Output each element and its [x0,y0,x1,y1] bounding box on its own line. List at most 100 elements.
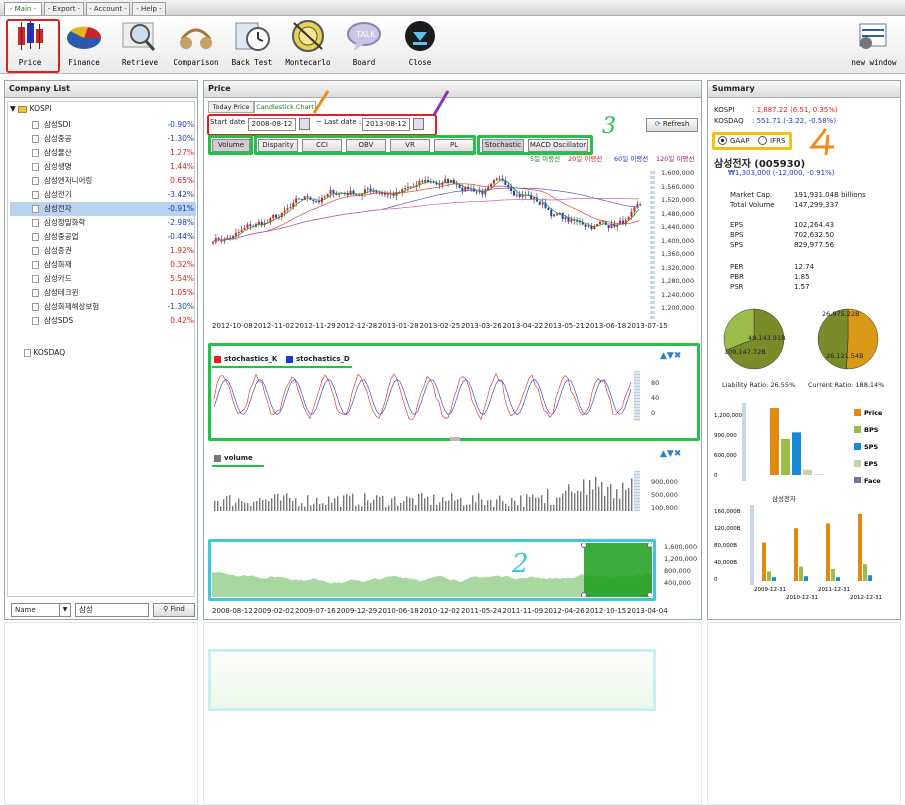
volume-bar [526,494,528,511]
last-date-input[interactable]: 2013-08-12 [362,118,410,131]
volume-bar [514,500,516,511]
calendar-icon[interactable] [413,118,424,130]
volume-bar [313,503,315,511]
arrow-up-icon[interactable]: ▲ [660,351,667,361]
stat-value: 102,264.43 [794,221,835,229]
panel-controls[interactable]: ▲▼✖ [660,449,681,459]
menu-account[interactable]: - Account - [86,2,130,15]
find-button[interactable]: ⚲ Find [153,603,195,617]
list-item[interactable]: 삼성엔지니어링 0.65% [10,174,196,188]
volume-bar [496,499,498,511]
list-item[interactable]: 삼성물산 1.27% [10,146,196,160]
stoch-scrollbar[interactable] [634,371,640,421]
arrow-down-icon[interactable]: ▼ [667,449,674,459]
bar [767,571,771,581]
list-item[interactable]: 삼성정밀화학 -2.98% [10,216,196,230]
menu-export[interactable]: - Export - [44,2,84,15]
download-close-icon [400,18,440,54]
stat-value: 147,299,337 [794,201,839,209]
list-item[interactable]: 삼성화재 0.32% [10,258,196,272]
navigator-handle[interactable] [647,543,653,548]
tab-today-price[interactable]: Today Price [208,101,254,113]
arrow-down-icon[interactable]: ▼ [667,351,674,361]
navigator-handle[interactable] [581,592,587,598]
tool-backtest-label: Back Test [231,58,273,67]
list-item[interactable]: 삼성증권 1.92% [10,244,196,258]
list-item[interactable]: 삼성중공업 -0.44% [10,230,196,244]
navigator-handle[interactable] [647,592,653,598]
volume-bar [460,497,462,511]
volume-bar [316,497,318,511]
close-icon[interactable]: ✖ [674,449,682,459]
volume-bar [574,493,576,511]
volume-bar [457,499,459,511]
volume-highlight [208,135,253,155]
navigator-handle[interactable] [581,543,587,548]
stoch-tick-label: 40 [651,394,660,402]
list-item[interactable]: 삼성전자 -0.91% [10,202,196,216]
candle-body [587,225,590,227]
tool-retrieve-button[interactable]: Retrieve [112,18,168,72]
volume-bar [580,491,582,511]
tool-finance-button[interactable]: Finance [56,18,112,72]
refresh-label: Refresh [662,120,690,128]
list-item[interactable]: 삼성화재해상보험 -1.30% [10,300,196,314]
bar2-x-label: 2010-12-31 [786,595,818,601]
candle-body [355,194,358,196]
list-item[interactable]: 삼성테크윈 1.05% [10,286,196,300]
volume-bar [388,505,390,511]
tree-root-kospi[interactable]: ▼ KOSPI [10,104,51,113]
arrow-up-icon[interactable]: ▲ [660,449,667,459]
candle-body [234,232,237,236]
stoch-d-line [214,379,632,415]
tool-backtest-button[interactable]: Back Test [224,18,280,72]
gaap-radio[interactable] [718,136,727,145]
menu-main[interactable]: - Main - [4,2,42,15]
calendar-icon[interactable] [299,118,310,130]
new-window-button[interactable]: new window [846,18,902,72]
search-input[interactable]: 삼성 [75,603,149,617]
stock-name: 삼성중공업 [44,232,79,241]
find-button-label: Find [170,605,185,613]
volume-bar [271,498,273,511]
list-item[interactable]: 삼성SDS 0.42% [10,314,196,328]
list-item[interactable]: 삼성중공 -1.30% [10,132,196,146]
list-item[interactable]: 삼성전기 -3.42% [10,188,196,202]
menu-help[interactable]: - Help - [132,2,166,15]
tool-comparison-button[interactable]: Comparison [168,18,224,72]
resize-handle[interactable] [450,437,460,441]
refresh-button[interactable]: ⟳ Refresh [646,118,698,132]
list-item[interactable]: 삼성SDI -0.90% [10,118,196,132]
navigator-chart[interactable] [212,543,652,597]
tool-montecarlo-button[interactable]: Montecarlo [280,18,336,72]
list-item[interactable]: 삼성생명 1.44% [10,160,196,174]
navigator-x-label: 2010-06-18 [378,607,419,615]
legend-label: BPS [864,426,879,434]
annotation-slash-mark [432,90,450,116]
navigator-selection[interactable] [584,543,652,597]
volume-bar [544,503,546,511]
stoch-k-line [214,372,632,421]
tab-candlestick-chart[interactable]: Candlestick Chart [254,101,316,113]
volume-bar [607,486,609,511]
candle-body [386,194,389,196]
tool-close-button[interactable]: Close [392,18,448,72]
volume-bar [268,500,270,511]
search-field-select[interactable]: Name ▼ [11,603,71,617]
candle-body [556,214,558,216]
stat-value: 829,977.56 [794,241,835,249]
volume-scrollbar[interactable] [634,471,640,511]
scroll-thumb [650,266,655,269]
candle-body [424,180,427,182]
bar [836,577,840,581]
candle-body [315,200,318,202]
top-menu-bar: - Main - - Export - - Account - - Help - [0,0,905,16]
list-item[interactable]: 삼성카드 5.54% [10,272,196,286]
tool-board-button[interactable]: TALK Board [336,18,392,72]
close-icon[interactable]: ✖ [674,351,682,361]
ifrs-radio[interactable] [758,136,767,145]
panel-controls[interactable]: ▲▼✖ [660,351,681,361]
legend-swatch [854,426,861,433]
start-date-input[interactable]: 2008-08-12 [248,118,296,131]
tree-root-kosdaq[interactable]: KOSDAQ [24,348,65,357]
